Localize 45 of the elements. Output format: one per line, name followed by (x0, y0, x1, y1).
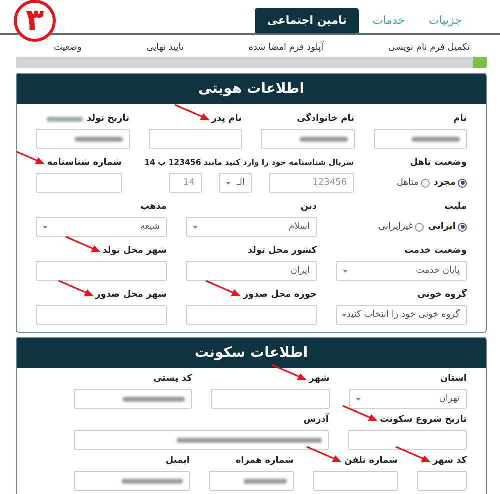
step-number-badge: ۳ (14, 0, 56, 42)
input-field[interactable]: 14 (169, 173, 202, 193)
field-label: نام (454, 113, 467, 125)
select-field[interactable]: اسلام (186, 217, 317, 237)
field-label: شماره شناسنامه (47, 157, 122, 169)
field-label: ملیت (444, 201, 467, 213)
field-label: وضعیت تاهل (410, 157, 467, 169)
step-label: تایید نهایی (146, 43, 184, 55)
input-field[interactable]: 123456 (269, 173, 354, 193)
field-label: شهر محل صدور (96, 289, 167, 301)
field-label: حوزه محل صدور (243, 289, 317, 301)
select-field[interactable]: پایان خدمت (336, 261, 467, 281)
section-header: اطلاعات هویتی (17, 74, 486, 104)
field-label: مذهب (140, 201, 167, 213)
field-label: کد شهر (433, 455, 467, 467)
select-field[interactable]: گروه خونی خود را انتخاب کنید (336, 305, 467, 325)
step-label: وضعیت (54, 43, 82, 55)
field-label: ایمیل (166, 455, 190, 467)
field-label: شهر محل تولد (102, 245, 167, 257)
field-label: تاریخ تولد (86, 113, 130, 125)
field-label: کد پستی (153, 373, 192, 385)
field-label: نام خانوادگی (297, 113, 354, 125)
field-label: گروه خونی (418, 289, 467, 301)
section-header: اطلاعات سکونت (17, 338, 486, 368)
radio-option[interactable]: غیرایرانی (378, 222, 424, 232)
field-label: استان (440, 373, 467, 385)
radio-option[interactable]: متاهل (396, 178, 430, 188)
field-label: نام پدر (212, 113, 242, 125)
field-label: کشور محل تولد (248, 245, 317, 257)
field-label: وضعیت خدمت (404, 245, 467, 257)
step-label: تکمیل فرم نام نویسی (388, 43, 470, 55)
field-label: تاریخ شروع سکونت (380, 414, 467, 426)
field-label: دین (300, 201, 317, 213)
select-field[interactable]: شیعه (36, 217, 167, 237)
select-field[interactable]: الـ (219, 173, 252, 193)
tab[interactable]: تامین اجتماعی (255, 8, 359, 33)
select-field[interactable]: تهران (348, 389, 467, 409)
step-label: آپلود فرم امضا شده (248, 43, 324, 55)
radio-option[interactable]: مجرد (434, 178, 467, 188)
radio-option[interactable]: ایرانی (428, 222, 467, 232)
field-label: آدرس (304, 414, 329, 426)
field-label: شهر (309, 373, 330, 385)
field-label: شماره تلفن (344, 455, 398, 467)
field-label: شماره همراه (236, 455, 294, 467)
input-field[interactable]: ایران (186, 261, 317, 281)
